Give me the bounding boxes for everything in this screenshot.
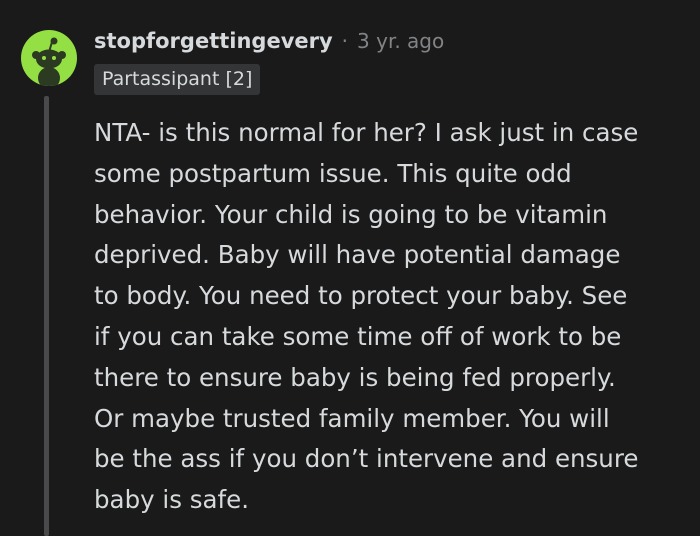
comment-text-line: behavior. Your child is going to be vita…: [94, 199, 608, 229]
comment-text-line: to body. You need to protect your baby. …: [94, 281, 628, 311]
comment-text-line: if you can take some time off of work to…: [94, 321, 622, 351]
thread-collapse-line[interactable]: [44, 96, 49, 536]
comment-header: stopforgettingevery · 3 yr. ago: [94, 25, 444, 57]
comment-text-line: be the ass if you don’t intervene and en…: [94, 444, 639, 474]
snoo-avatar-icon[interactable]: [21, 30, 77, 86]
comment-text-line: Or maybe trusted family member. You will: [94, 403, 610, 433]
comment-text-line: NTA- is this normal for her? I ask just …: [94, 118, 639, 147]
comment-text-line: there to ensure baby is being fed proper…: [94, 362, 616, 392]
comment-text-line: deprived. Baby will have potential damag…: [94, 240, 621, 270]
meta-separator: ·: [341, 29, 349, 53]
comment-text-line: some postpartum issue. This quite odd: [94, 158, 572, 188]
timestamp-link[interactable]: 3 yr. ago: [357, 29, 444, 53]
comment-text-line: baby is safe.: [94, 485, 250, 515]
comment-body: NTA- is this normal for her? I ask just …: [94, 113, 690, 521]
username-link[interactable]: stopforgettingevery: [94, 29, 333, 53]
comment: stopforgettingevery · 3 yr. ago Partassi…: [0, 0, 700, 536]
user-flair-badge: Partassipant [2]: [94, 64, 261, 95]
